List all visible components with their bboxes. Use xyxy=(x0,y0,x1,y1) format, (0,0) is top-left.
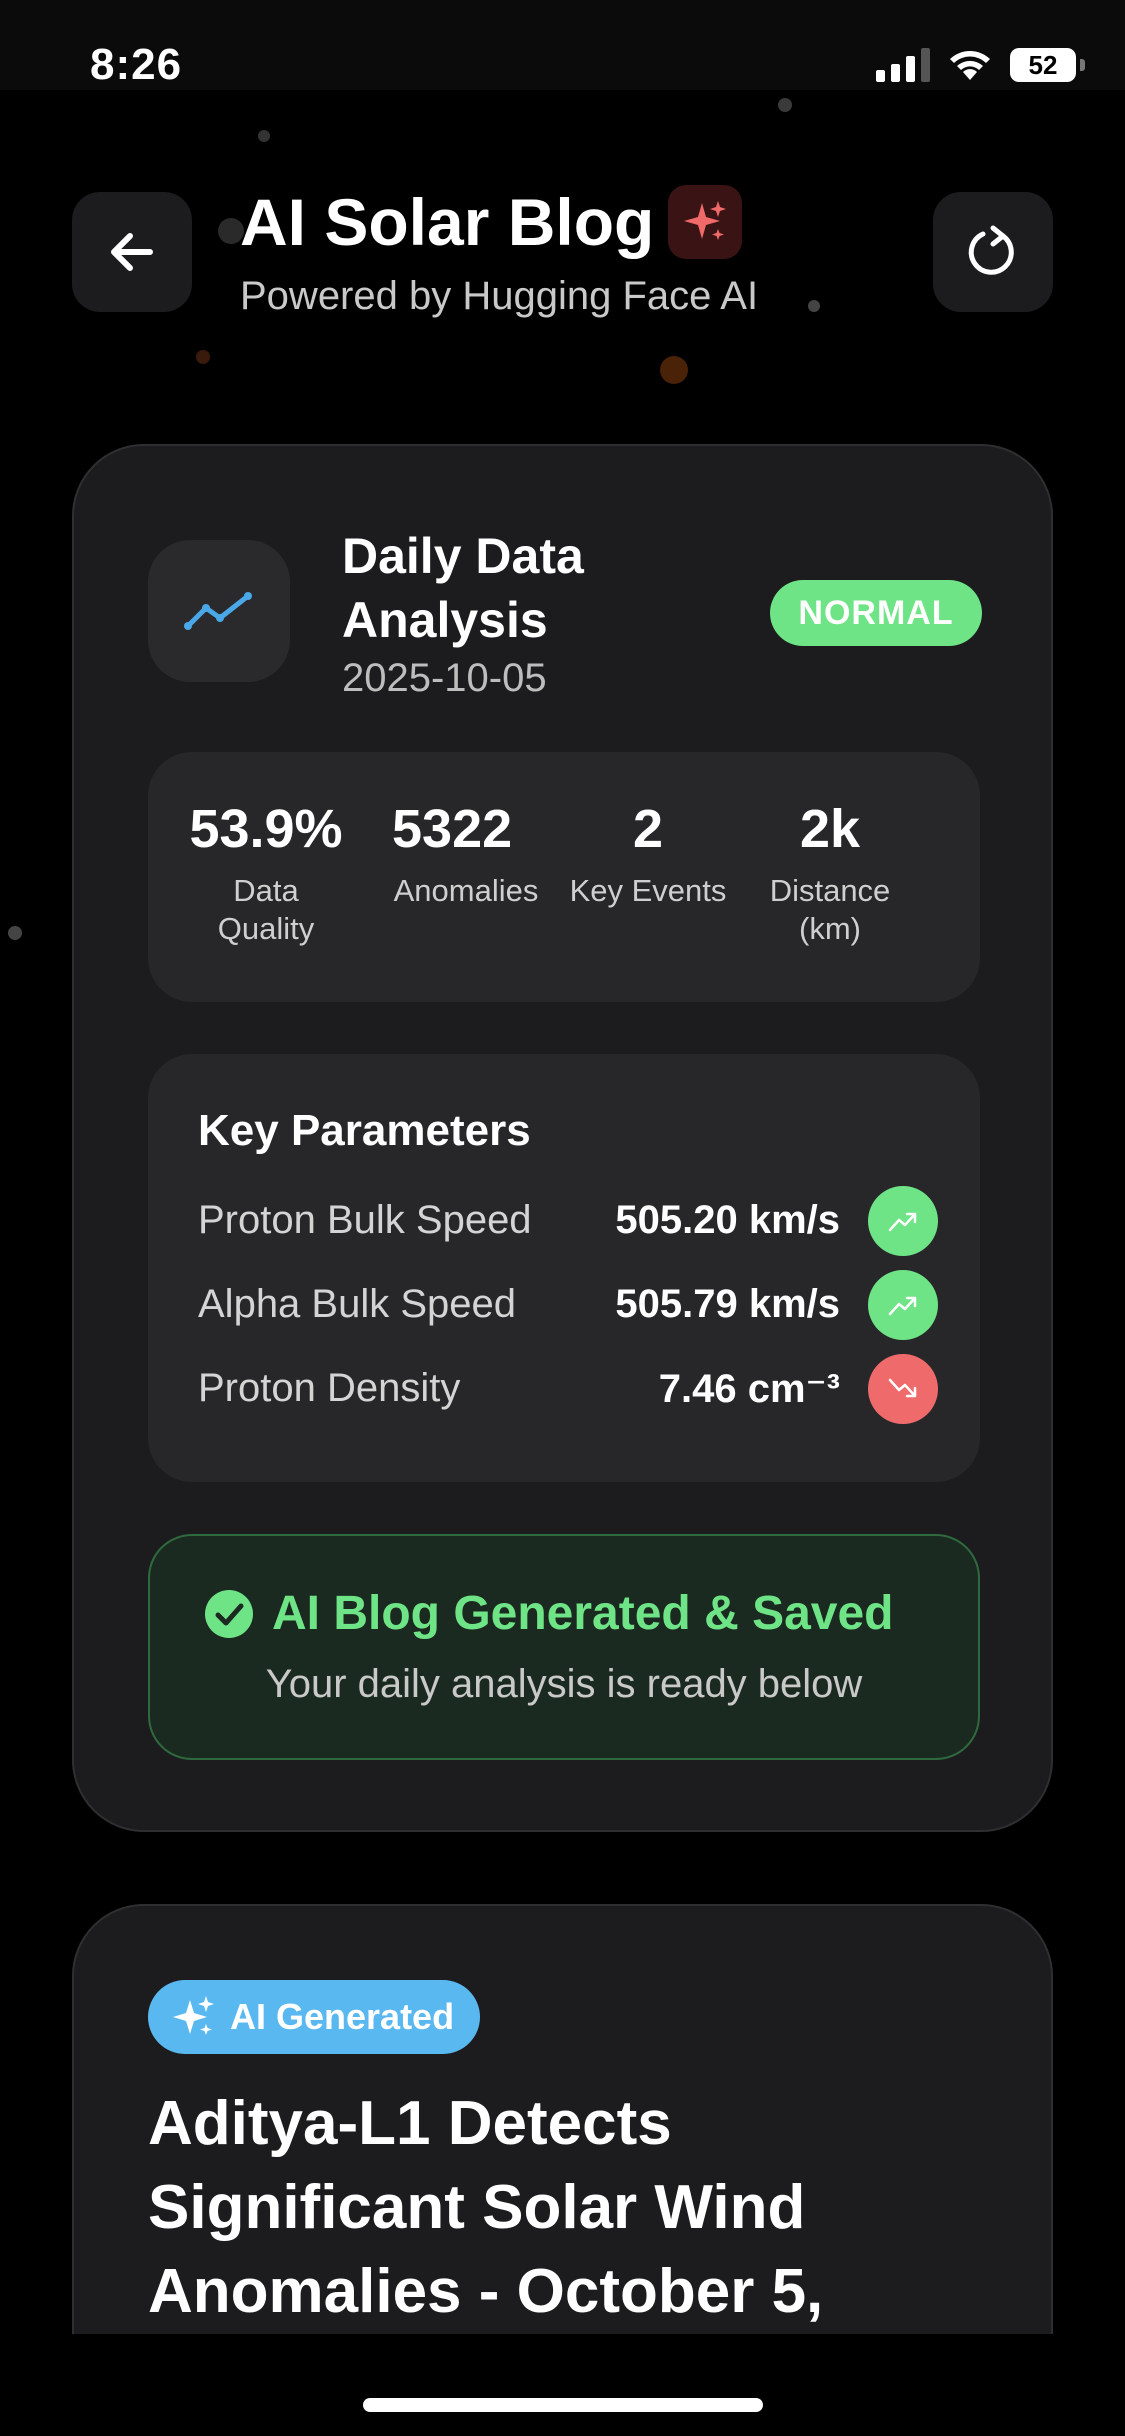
stat-label: Key Events xyxy=(569,873,727,908)
decor-dot xyxy=(660,356,688,384)
trend-chart-icon xyxy=(148,540,290,682)
key-parameters-title: Key Parameters xyxy=(198,1106,531,1155)
blog-saved-banner: AI Blog Generated & Saved Your daily ana… xyxy=(148,1534,980,1760)
home-indicator[interactable] xyxy=(363,2398,763,2412)
refresh-button[interactable] xyxy=(933,192,1053,312)
bottom-safe-area xyxy=(0,2334,1125,2436)
analysis-date: 2025-10-05 xyxy=(342,656,547,700)
page-subtitle: Powered by Hugging Face AI xyxy=(240,274,759,318)
status-icons: 52 xyxy=(876,48,1085,82)
decor-dot xyxy=(808,300,820,312)
status-time: 8:26 xyxy=(90,40,183,89)
screen: 8:26 52 AI Solar Blog Powered by Hugging… xyxy=(0,0,1125,2436)
trend-down-icon xyxy=(868,1354,938,1424)
key-parameters-panel: Key Parameters Proton Bulk Speed 505.20 … xyxy=(148,1054,980,1482)
trend-up-icon xyxy=(868,1186,938,1256)
param-row-proton-density: Proton Density 7.46 cm⁻³ xyxy=(198,1354,938,1424)
daily-analysis-card: Daily Data Analysis 2025-10-05 NORMAL 53… xyxy=(72,444,1053,1832)
stat-value: 53.9% xyxy=(189,799,343,859)
sparkles-icon xyxy=(668,185,743,259)
wifi-icon xyxy=(950,51,990,80)
stat-data-quality: 53.9% Data Quality xyxy=(176,798,356,948)
stat-value: 2 xyxy=(632,799,664,859)
stats-summary: 53.9% Data Quality 5322 Anomalies 2 Key … xyxy=(148,752,980,1002)
battery-nub xyxy=(1080,59,1085,71)
param-row-proton-bulk-speed: Proton Bulk Speed 505.20 km/s xyxy=(198,1186,938,1256)
analysis-title: Daily Data Analysis xyxy=(342,528,584,648)
status-bar: 8:26 52 xyxy=(0,0,1125,90)
decor-dot xyxy=(778,98,792,112)
stat-distance: 2k Distance (km) xyxy=(740,798,920,948)
back-button[interactable] xyxy=(72,192,192,312)
param-value: 7.46 cm⁻³ xyxy=(658,1367,840,1411)
param-value: 505.79 km/s xyxy=(615,1282,840,1326)
stat-value: 2k xyxy=(799,799,861,859)
decor-dot xyxy=(258,130,270,142)
stat-label: Data Quality xyxy=(217,873,315,946)
refresh-icon xyxy=(968,225,1014,275)
success-title: AI Blog Generated & Saved xyxy=(204,1586,894,1641)
stat-anomalies: 5322 Anomalies xyxy=(376,798,556,910)
success-subtitle: Your daily analysis is ready below xyxy=(265,1662,863,1706)
ai-generated-badge: AI Generated xyxy=(148,1980,481,2054)
success-title-text: AI Blog Generated & Saved xyxy=(272,1587,894,1640)
decor-dot xyxy=(196,350,210,364)
status-badge: NORMAL xyxy=(770,580,982,646)
param-name: Proton Bulk Speed xyxy=(198,1198,532,1242)
stat-key-events: 2 Key Events xyxy=(558,798,738,910)
param-row-alpha-bulk-speed: Alpha Bulk Speed 505.79 km/s xyxy=(198,1270,938,1340)
blog-post-title: Aditya-L1 Detects Significant Solar Wind… xyxy=(148,2089,824,2326)
page-title: AI Solar Blog xyxy=(240,184,743,260)
page-title-text: AI Solar Blog xyxy=(240,185,655,259)
stat-label: Distance (km) xyxy=(769,873,891,946)
trend-up-icon xyxy=(868,1270,938,1340)
battery-icon: 52 xyxy=(1010,48,1076,82)
decor-dot xyxy=(8,926,22,940)
sparkles-icon xyxy=(173,1996,214,2035)
arrow-left-icon xyxy=(111,233,153,271)
check-circle-icon xyxy=(205,1589,253,1638)
stat-value: 5322 xyxy=(392,799,513,859)
ai-generated-label: AI Generated xyxy=(230,1996,455,2037)
param-name: Proton Density xyxy=(198,1366,461,1410)
cellular-signal-icon xyxy=(876,48,930,82)
stat-label: Anomalies xyxy=(393,873,539,908)
param-name: Alpha Bulk Speed xyxy=(198,1282,517,1326)
param-value: 505.20 km/s xyxy=(615,1198,840,1242)
